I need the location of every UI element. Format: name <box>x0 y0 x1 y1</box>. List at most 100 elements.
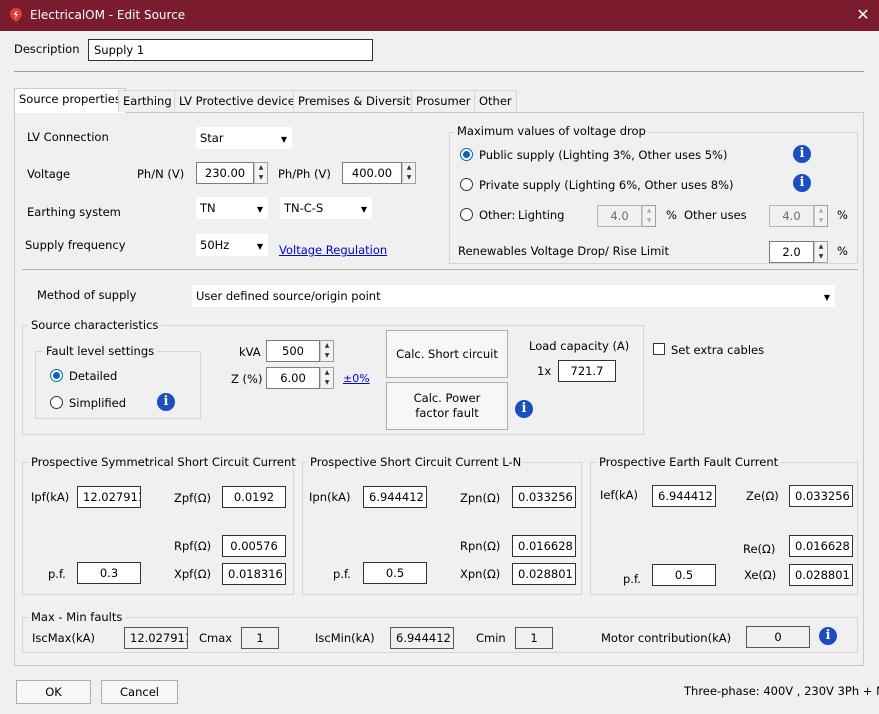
earthing-subtype-select[interactable]: TN-C-S ▼ <box>280 197 372 219</box>
pf-value: 0.3 <box>77 562 141 584</box>
re-label: Re(Ω) <box>743 542 776 556</box>
kva-spinner[interactable]: ▲ ▼ <box>320 340 334 362</box>
close-icon[interactable]: ✕ <box>852 4 874 26</box>
detailed-label: Detailed <box>69 369 118 383</box>
zpn-value: 0.033256 <box>512 486 576 508</box>
lighting-drop-input[interactable]: 4.0 <box>597 205 642 227</box>
tab-earthing[interactable]: Earthing <box>118 90 177 112</box>
ze-label: Ze(Ω) <box>746 489 779 503</box>
private-supply-radio[interactable] <box>460 178 473 191</box>
power-factor-info-icon[interactable]: i <box>515 400 533 418</box>
lv-connection-select[interactable]: Star ▼ <box>196 127 292 149</box>
pscc-title: Prospective Short Circuit Current L-N <box>307 455 525 469</box>
motor-contribution-label: Motor contribution(kA) <box>601 631 732 645</box>
ipf-label: Ipf(kA) <box>31 490 70 504</box>
kva-input[interactable]: 500 <box>266 340 320 362</box>
tab-prosumer[interactable]: Prosumer <box>411 90 476 112</box>
calc-short-circuit-button[interactable]: Calc. Short circuit <box>386 330 508 378</box>
ief-value: 6.944412 <box>652 485 716 507</box>
load-multiplier-label: 1x <box>537 364 552 378</box>
status-text: Three-phase: 400V , 230V 3Ph + N <box>684 684 879 698</box>
motor-contribution-info-icon[interactable]: i <box>819 627 837 645</box>
spin-up-icon[interactable]: ▲ <box>321 368 333 378</box>
spin-down-icon[interactable]: ▼ <box>403 173 415 183</box>
app-logo-icon <box>10 8 22 22</box>
cmin-label: Cmin <box>476 631 506 645</box>
rpf-label: Rpf(Ω) <box>174 539 212 553</box>
z-spinner[interactable]: ▲ ▼ <box>320 367 334 389</box>
cancel-button[interactable]: Cancel <box>101 680 178 704</box>
lighting-pct: % <box>666 208 677 222</box>
voltage-drop-title: Maximum values of voltage drop <box>454 124 649 138</box>
divider <box>22 269 858 270</box>
spin-up-icon[interactable]: ▲ <box>815 206 827 216</box>
description-label: Description <box>14 42 80 56</box>
spin-down-icon[interactable]: ▼ <box>815 252 827 262</box>
tab-source-properties[interactable]: Source properties <box>14 88 126 113</box>
method-of-supply-select[interactable]: User defined source/origin point ▼ <box>192 285 835 307</box>
phph-label: Ph/Ph (V) <box>278 167 331 181</box>
zpf-value: 0.0192 <box>222 486 286 508</box>
detailed-radio[interactable] <box>50 369 63 382</box>
tab-other[interactable]: Other <box>474 90 517 112</box>
phph-spinner[interactable]: ▲ ▼ <box>402 162 416 184</box>
cmin-value: 1 <box>515 627 553 649</box>
spin-down-icon[interactable]: ▼ <box>321 351 333 361</box>
renewables-limit-input[interactable]: 2.0 <box>769 241 814 263</box>
pf-label: p.f. <box>48 567 66 581</box>
other-supply-radio[interactable] <box>460 208 473 221</box>
spin-up-icon[interactable]: ▲ <box>403 163 415 173</box>
voltage-regulation-link[interactable]: Voltage Regulation <box>279 243 387 257</box>
other-uses-drop-input[interactable]: 4.0 <box>769 205 814 227</box>
spin-up-icon[interactable]: ▲ <box>255 163 267 173</box>
iscmin-value: 6.944412 <box>390 627 454 649</box>
spin-down-icon[interactable]: ▼ <box>815 216 827 226</box>
xpn-label: Xpn(Ω) <box>460 567 501 581</box>
spin-up-icon[interactable]: ▲ <box>815 242 827 252</box>
fault-level-info-icon[interactable]: i <box>157 393 175 411</box>
public-supply-info-icon[interactable]: i <box>793 145 811 163</box>
kva-label: kVA <box>239 345 261 359</box>
window-title: ElectricalOM - Edit Source <box>30 8 186 22</box>
tab-lv-protective-device[interactable]: LV Protective device <box>174 90 300 112</box>
phph-voltage-input[interactable]: 400.00 <box>342 162 402 184</box>
extra-cables-checkbox[interactable] <box>653 343 665 355</box>
spin-down-icon[interactable]: ▼ <box>255 173 267 183</box>
phn-voltage-input[interactable]: 230.00 <box>196 162 254 184</box>
earthing-system-label: Earthing system <box>27 205 121 219</box>
other-uses-spinner[interactable]: ▲ ▼ <box>814 205 828 227</box>
renewables-spinner[interactable]: ▲ ▼ <box>814 241 828 263</box>
public-supply-radio[interactable] <box>460 148 473 161</box>
voltage-label: Voltage <box>27 167 71 181</box>
ok-button[interactable]: OK <box>16 680 91 704</box>
xpn-value: 0.028801 <box>512 563 576 585</box>
spin-up-icon[interactable]: ▲ <box>643 206 655 216</box>
iscmax-value: 12.027911 <box>124 627 188 649</box>
xe-value: 0.028801 <box>789 564 853 586</box>
spin-down-icon[interactable]: ▼ <box>643 216 655 226</box>
other-uses-label: Other uses <box>684 208 747 222</box>
motor-contribution-value: 0 <box>746 626 810 648</box>
earthing-system-select[interactable]: TN ▼ <box>196 197 268 219</box>
tab-premises-diversity[interactable]: Premises & Diversity <box>293 90 423 112</box>
lv-connection-label: LV Connection <box>27 130 109 144</box>
z-tolerance-link[interactable]: ±0% <box>343 372 370 385</box>
rpn-value: 0.016628 <box>512 535 576 557</box>
xe-label: Xe(Ω) <box>744 568 777 582</box>
method-of-supply-label: Method of supply <box>37 288 137 302</box>
load-capacity-value: 721.7 <box>558 360 616 382</box>
rpn-label: Rpn(Ω) <box>460 539 501 553</box>
simplified-radio[interactable] <box>50 396 63 409</box>
calc-power-factor-button[interactable]: Calc. Power factor fault <box>386 382 508 430</box>
divider <box>14 71 864 72</box>
xpf-value: 0.018316 <box>222 563 286 585</box>
supply-frequency-select[interactable]: 50Hz ▼ <box>196 234 268 256</box>
private-supply-info-icon[interactable]: i <box>793 174 811 192</box>
description-input[interactable]: Supply 1 <box>88 39 373 61</box>
spin-down-icon[interactable]: ▼ <box>321 378 333 388</box>
z-input[interactable]: 6.00 <box>266 367 320 389</box>
rpf-value: 0.00576 <box>222 535 286 557</box>
phn-spinner[interactable]: ▲ ▼ <box>254 162 268 184</box>
lighting-spinner[interactable]: ▲ ▼ <box>642 205 656 227</box>
spin-up-icon[interactable]: ▲ <box>321 341 333 351</box>
